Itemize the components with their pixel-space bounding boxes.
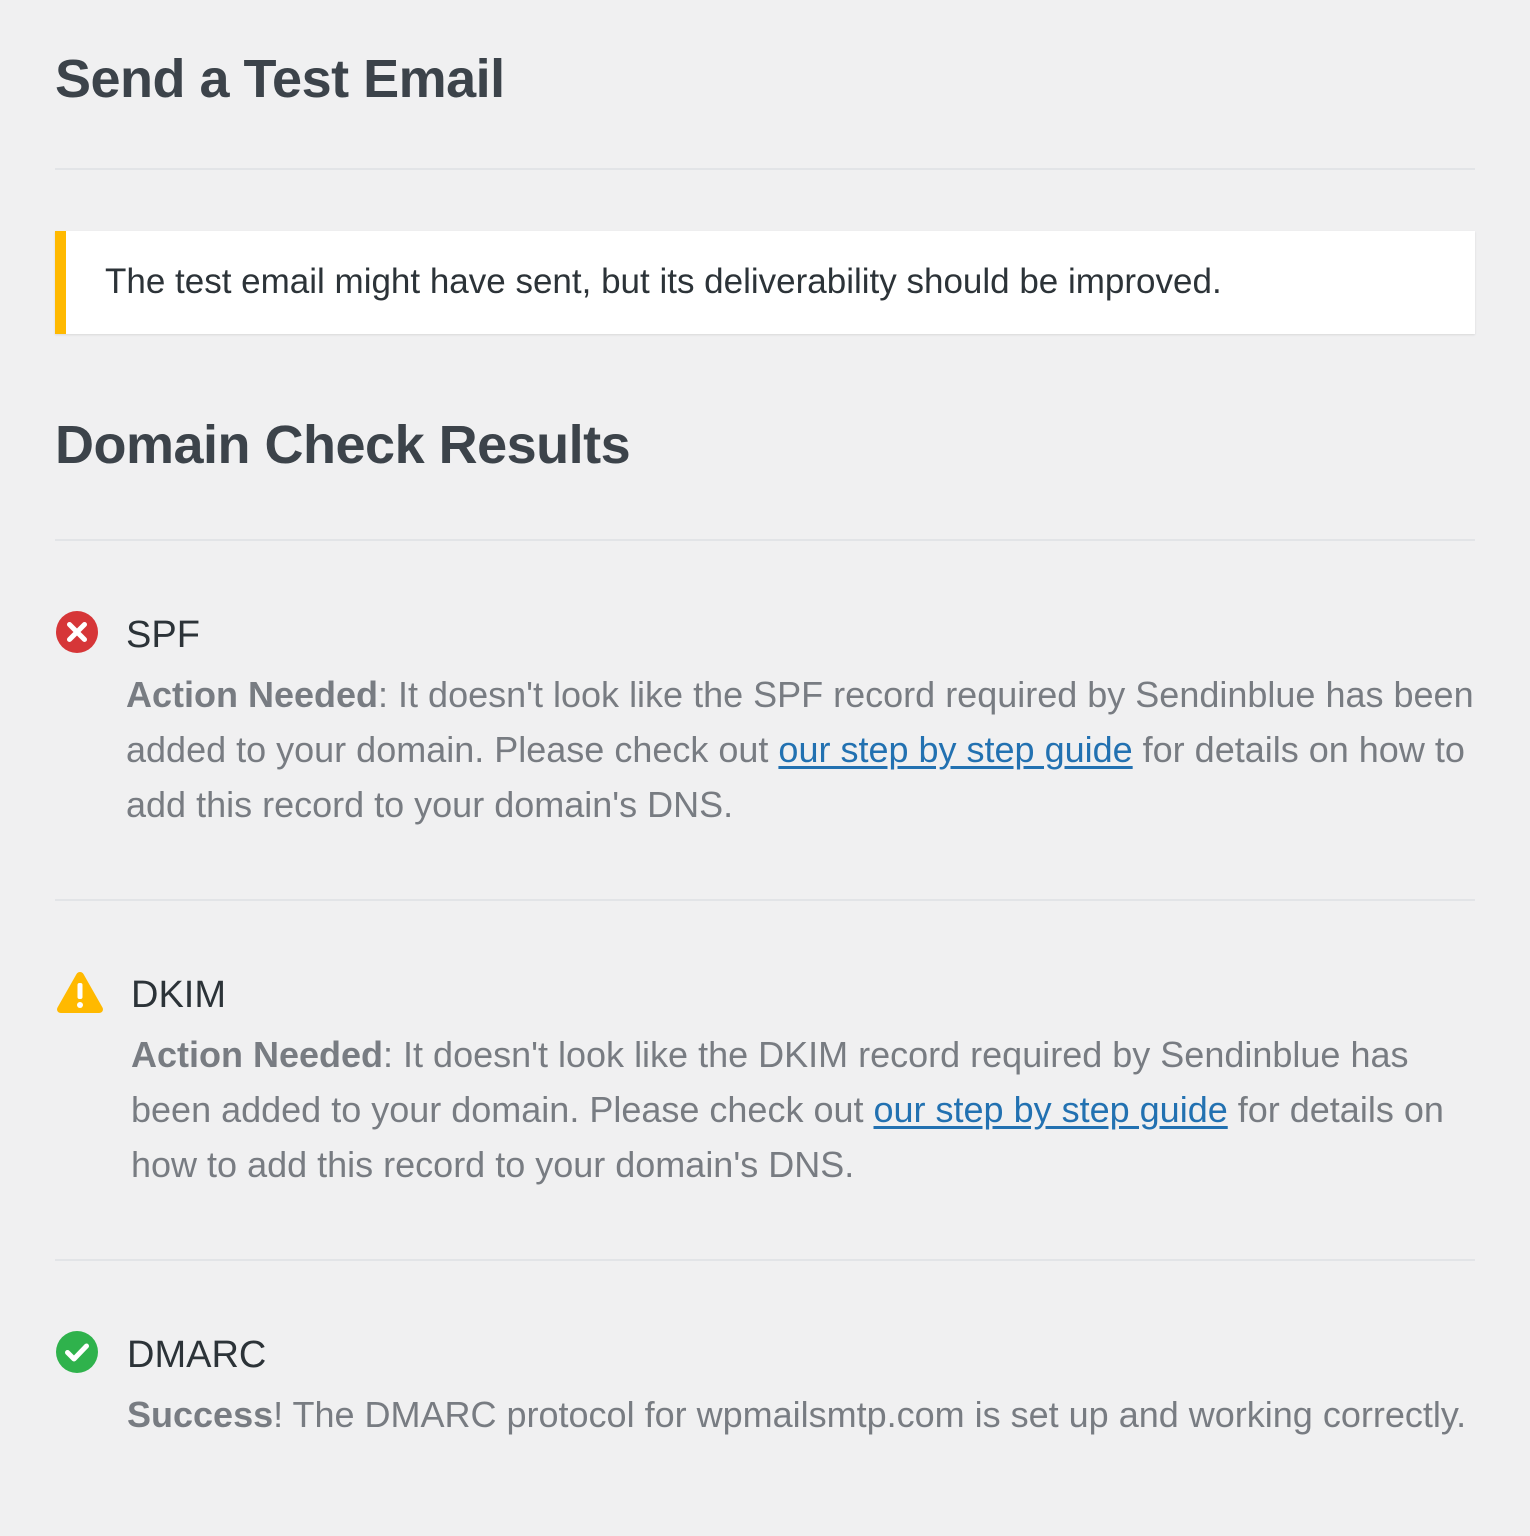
check-description: Success! The DMARC protocol for wpmailsm… xyxy=(127,1387,1487,1442)
section-title: Domain Check Results xyxy=(55,415,631,475)
check-status-label: Action Needed xyxy=(131,1034,384,1075)
success-check-icon xyxy=(55,1330,99,1374)
check-status-label: Success xyxy=(127,1394,274,1435)
step-guide-link[interactable]: our step by step guide xyxy=(874,1089,1228,1130)
check-divider xyxy=(55,899,1475,901)
page-title: Send a Test Email xyxy=(55,49,505,109)
check-divider xyxy=(55,1259,1475,1261)
check-title: SPF xyxy=(126,614,200,656)
check-text: ! The DMARC protocol for wpmailsmtp.com … xyxy=(273,1394,1467,1435)
check-description: Action Needed: It doesn't look like the … xyxy=(126,667,1486,832)
section-divider xyxy=(55,539,1475,541)
step-guide-link[interactable]: our step by step guide xyxy=(778,729,1132,770)
title-divider xyxy=(55,168,1475,170)
check-status-label: Action Needed xyxy=(126,674,379,715)
error-x-icon xyxy=(55,610,99,654)
warning-triangle-icon xyxy=(55,970,105,1014)
deliverability-notice: The test email might have sent, but its … xyxy=(55,231,1475,334)
check-title: DMARC xyxy=(127,1334,267,1376)
check-description: Action Needed: It doesn't look like the … xyxy=(131,1027,1491,1192)
check-title: DKIM xyxy=(131,974,226,1016)
notice-text: The test email might have sent, but its … xyxy=(105,262,1222,301)
